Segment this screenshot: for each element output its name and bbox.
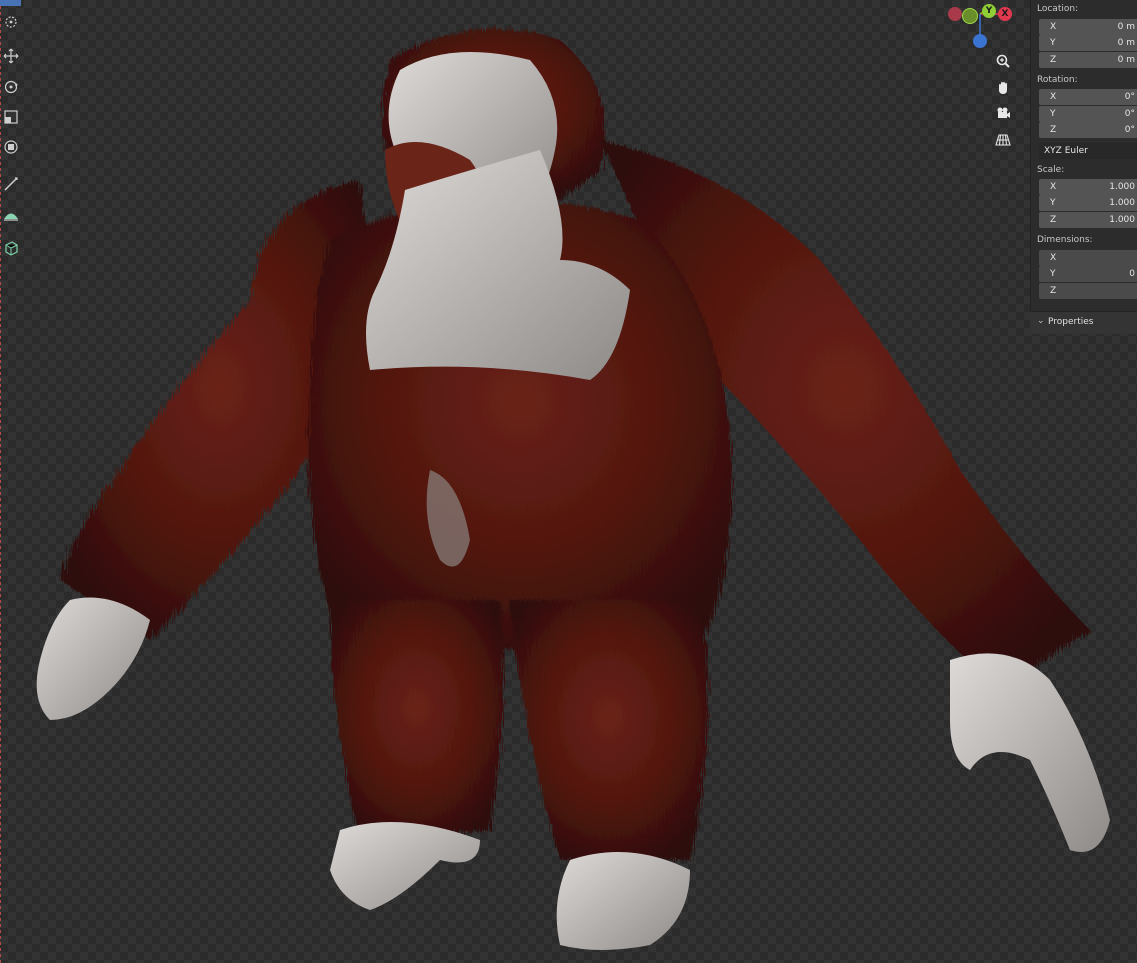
scale-z-field[interactable]: Z 1.000 [1039, 212, 1137, 228]
annotate-tool-icon[interactable] [0, 172, 21, 196]
left-leg-fur [330, 600, 504, 840]
axis-label: Y [1050, 269, 1056, 279]
location-label: Location: [1037, 4, 1079, 14]
properties-panel-header[interactable]: ⌄ Properties [1030, 311, 1137, 334]
location-z-field[interactable]: Z 0 m [1039, 52, 1137, 68]
dimensions-x-field[interactable]: X [1039, 250, 1137, 266]
scale-x-field[interactable]: X 1.000 [1039, 179, 1137, 195]
neg-x-axis-ball[interactable] [948, 7, 962, 21]
x-axis-ball[interactable]: X [998, 7, 1012, 21]
right-leg-fur [510, 600, 708, 860]
add-cube-tool-icon[interactable] [0, 236, 21, 260]
measure-tool-icon[interactable] [0, 202, 21, 226]
axis-label: Y [1050, 38, 1056, 48]
transform-tool-icon[interactable] [0, 135, 21, 159]
axis-label: Z [1050, 286, 1057, 296]
dimensions-z-field[interactable]: Z [1039, 283, 1137, 299]
field-value: 0 m [1117, 38, 1135, 48]
axis-label: Y [1050, 109, 1056, 119]
axis-label: X [1050, 92, 1057, 102]
neg-y-axis-ball[interactable] [962, 8, 978, 24]
perspective-grid-icon[interactable] [992, 129, 1014, 151]
chevron-down-icon: ⌄ [1037, 316, 1045, 326]
field-value: 0° [1124, 125, 1135, 135]
rotation-z-field[interactable]: Z 0° [1039, 122, 1137, 138]
left-hand [36, 597, 150, 720]
rotation-mode-value: XYZ Euler [1044, 146, 1088, 156]
location-x-field[interactable]: X 0 m [1039, 19, 1137, 35]
cursor-tool-icon[interactable] [0, 10, 21, 34]
camera-icon[interactable] [992, 102, 1014, 124]
pan-hand-icon[interactable] [992, 77, 1014, 99]
field-value: 0 m [1117, 55, 1135, 65]
field-value: 0 m [1117, 22, 1135, 32]
scale-tool-icon[interactable] [0, 105, 21, 129]
orangutan-model[interactable] [0, 0, 1137, 963]
y-axis-ball[interactable]: Y [982, 4, 996, 18]
field-value: 0° [1124, 109, 1135, 119]
field-value: 0 [1129, 269, 1135, 279]
field-value: 1.000 [1109, 198, 1135, 208]
axis-label: Z [1050, 55, 1057, 65]
axis-label: Y [1050, 198, 1056, 208]
z-axis-ball[interactable] [973, 34, 987, 48]
properties-label: Properties [1048, 317, 1094, 327]
location-y-field[interactable]: Y 0 m [1039, 35, 1137, 51]
rotation-y-field[interactable]: Y 0° [1039, 106, 1137, 122]
move-tool-icon[interactable] [0, 44, 21, 68]
dimensions-y-field[interactable]: Y0 [1039, 266, 1137, 282]
rotation-x-field[interactable]: X 0° [1039, 89, 1137, 105]
axis-label: Z [1050, 125, 1057, 135]
rotation-mode-dropdown[interactable]: XYZ Euler [1039, 143, 1137, 159]
rotate-tool-icon[interactable] [0, 75, 21, 99]
field-value: 0° [1124, 92, 1135, 102]
zoom-icon[interactable] [992, 50, 1014, 72]
scale-y-field[interactable]: Y 1.000 [1039, 195, 1137, 211]
dimensions-label: Dimensions: [1037, 235, 1093, 245]
properties-sidebar: Location: X 0 m Y 0 m Z 0 m Rotation: X 0° Y… [1030, 0, 1137, 963]
field-value: 1.000 [1109, 182, 1135, 192]
3d-viewport[interactable]: Y X Location: X 0 m Y 0 m Z 0 m Rotation: X… [0, 0, 1137, 963]
axis-label: X [1050, 182, 1057, 192]
right-foot [556, 852, 690, 950]
navigation-gizmo[interactable]: Y X [940, 0, 1020, 52]
active-tool-indicator [0, 0, 21, 6]
axis-label: Z [1050, 215, 1057, 225]
axis-label: X [1050, 253, 1057, 263]
rotation-label: Rotation: [1037, 75, 1078, 85]
left-foot [330, 822, 480, 910]
field-value: 1.000 [1109, 215, 1135, 225]
axis-label: X [1050, 22, 1057, 32]
scale-label: Scale: [1037, 165, 1065, 175]
